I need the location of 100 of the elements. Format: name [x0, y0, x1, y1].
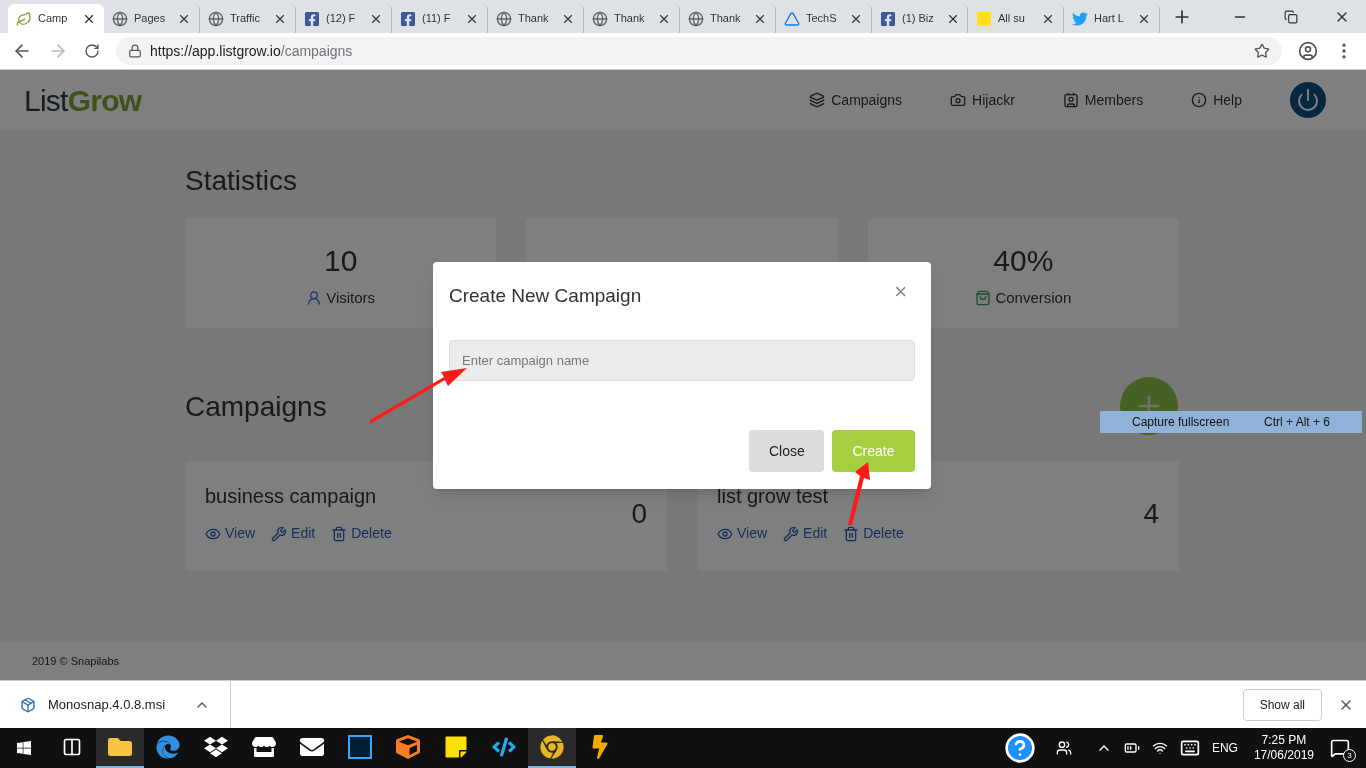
browser-tab[interactable]: All su [968, 4, 1064, 33]
camera-icon [950, 92, 967, 108]
language-text[interactable]: ENG [1211, 739, 1238, 757]
wrench-icon [783, 525, 800, 542]
tab-title: Thank [710, 11, 741, 27]
browser-tab[interactable]: Camp [8, 4, 104, 33]
help-icon[interactable] [1003, 732, 1036, 764]
campaign-count: 4 [1143, 497, 1159, 531]
wrench-icon [271, 525, 288, 542]
bookmark-icon[interactable] [1254, 43, 1270, 59]
browser-tab[interactable]: Pages [104, 4, 200, 33]
notifications-icon[interactable] [1330, 738, 1350, 758]
close-button[interactable]: Close [749, 430, 824, 472]
installer-icon [20, 696, 36, 713]
tab-title: TechS [806, 11, 837, 27]
campaign-count: 0 [631, 497, 647, 531]
reload-icon[interactable] [84, 43, 100, 59]
cube-icon[interactable] [396, 735, 420, 759]
store-icon[interactable] [252, 735, 276, 759]
chrome-icon[interactable] [540, 735, 564, 759]
nav-link[interactable]: Hijackr [950, 89, 1015, 111]
close-button[interactable]: × [894, 281, 907, 303]
clock[interactable]: 7:25 PM 17/06/2019 [1253, 733, 1314, 763]
stat-label: Conversion [975, 287, 1072, 310]
notification-count: 3 [1343, 749, 1356, 762]
user-icon [306, 290, 323, 307]
folder-icon[interactable] [108, 735, 132, 759]
address-field[interactable]: https://app.listgrow.io/campaigns [116, 37, 1282, 65]
nav-link[interactable]: Members [1062, 89, 1144, 111]
globe-icon [112, 10, 128, 27]
bird-icon [1072, 10, 1088, 27]
browser-tab[interactable]: TechS [776, 4, 872, 33]
tab-title: (11) F [422, 11, 451, 27]
trash-icon [331, 525, 348, 542]
tab-title: Camp [38, 11, 68, 27]
people-icon[interactable] [1055, 740, 1072, 756]
edge-icon[interactable] [156, 735, 180, 759]
dropbox-icon[interactable] [204, 735, 228, 759]
show-all-button[interactable]: Show all [1242, 688, 1322, 721]
shortcut-text: Ctrl + Alt + 6 [1263, 414, 1330, 431]
campaign-name: business campaign [205, 484, 378, 509]
leaf-icon [16, 10, 32, 27]
browser-tab[interactable]: Thank [680, 4, 776, 33]
campaign-name: list grow test [717, 484, 830, 509]
browser-tab[interactable]: Traffic [200, 4, 296, 33]
layers-icon [809, 92, 826, 108]
globe-icon [208, 10, 224, 27]
taskbar-app[interactable] [96, 728, 144, 768]
modal-title: Create New Campaign [449, 283, 642, 308]
section-title: Campaigns [185, 390, 327, 424]
task-view-icon[interactable] [62, 737, 82, 757]
wifi-icon[interactable] [1151, 740, 1168, 756]
browser-tab[interactable]: (12) F [296, 4, 392, 33]
tooltip-label: Capture fullscreen [1132, 414, 1230, 431]
taskbar-app[interactable] [528, 728, 576, 768]
nav-link[interactable]: Campaigns [809, 89, 903, 111]
browser-tab[interactable]: (1) Biz [872, 4, 968, 33]
browser-tab[interactable]: Thank [488, 4, 584, 33]
tab-title: Hart L [1094, 11, 1124, 27]
browser-tab[interactable]: (11) F [392, 4, 488, 33]
tab-title: Thank [518, 11, 549, 27]
photoshop-icon[interactable] [348, 735, 372, 759]
stat-value: 40% [993, 243, 1054, 279]
stat-value: 10 [323, 243, 358, 279]
nav-link[interactable]: Help [1191, 89, 1242, 111]
browser-tab[interactable]: Thank [584, 4, 680, 33]
browser-tab[interactable]: Hart L [1064, 4, 1160, 33]
lock-icon [128, 44, 142, 58]
tab-title: Pages [134, 11, 166, 27]
section-title: Statistics [185, 164, 298, 198]
tab-title: All su [998, 11, 1025, 27]
arrow-drawing [848, 462, 870, 525]
globe-icon [592, 10, 608, 27]
time-text: 7:25 PM [1261, 733, 1307, 748]
date-text: 17/06/2019 [1253, 748, 1314, 763]
url-text: https://app.listgrow.io/campaigns [150, 41, 354, 61]
mail-icon[interactable] [300, 735, 324, 759]
logo[interactable]: ListGrow [24, 77, 142, 123]
power-icon[interactable] [1290, 82, 1326, 118]
code-icon[interactable] [492, 735, 516, 759]
facebook-icon [880, 10, 896, 27]
sticky-note-icon[interactable] [444, 735, 468, 759]
tab-title: (1) Biz [902, 11, 934, 27]
facebook-icon [304, 10, 320, 27]
id-card-icon [1062, 92, 1079, 108]
info-icon [1191, 92, 1208, 108]
windows-icon[interactable] [16, 740, 32, 756]
bag-icon [975, 290, 992, 307]
battery-icon[interactable] [1123, 740, 1140, 756]
restore-icon[interactable] [1284, 9, 1298, 24]
keyboard-icon[interactable] [1179, 738, 1200, 758]
stat-label: Visitors [306, 287, 376, 310]
trash-icon [843, 525, 860, 542]
tab-title: Thank [614, 11, 645, 27]
tab-title: (12) F [326, 11, 356, 27]
copyright-text: 2019 © Snapilabs [32, 653, 119, 669]
campaign-name-field[interactable]: Enter campaign name [449, 340, 915, 381]
file-name[interactable]: Monosnap.4.0.8.msi [48, 694, 182, 715]
globe-icon [688, 10, 704, 27]
profile-icon[interactable] [1298, 41, 1318, 61]
